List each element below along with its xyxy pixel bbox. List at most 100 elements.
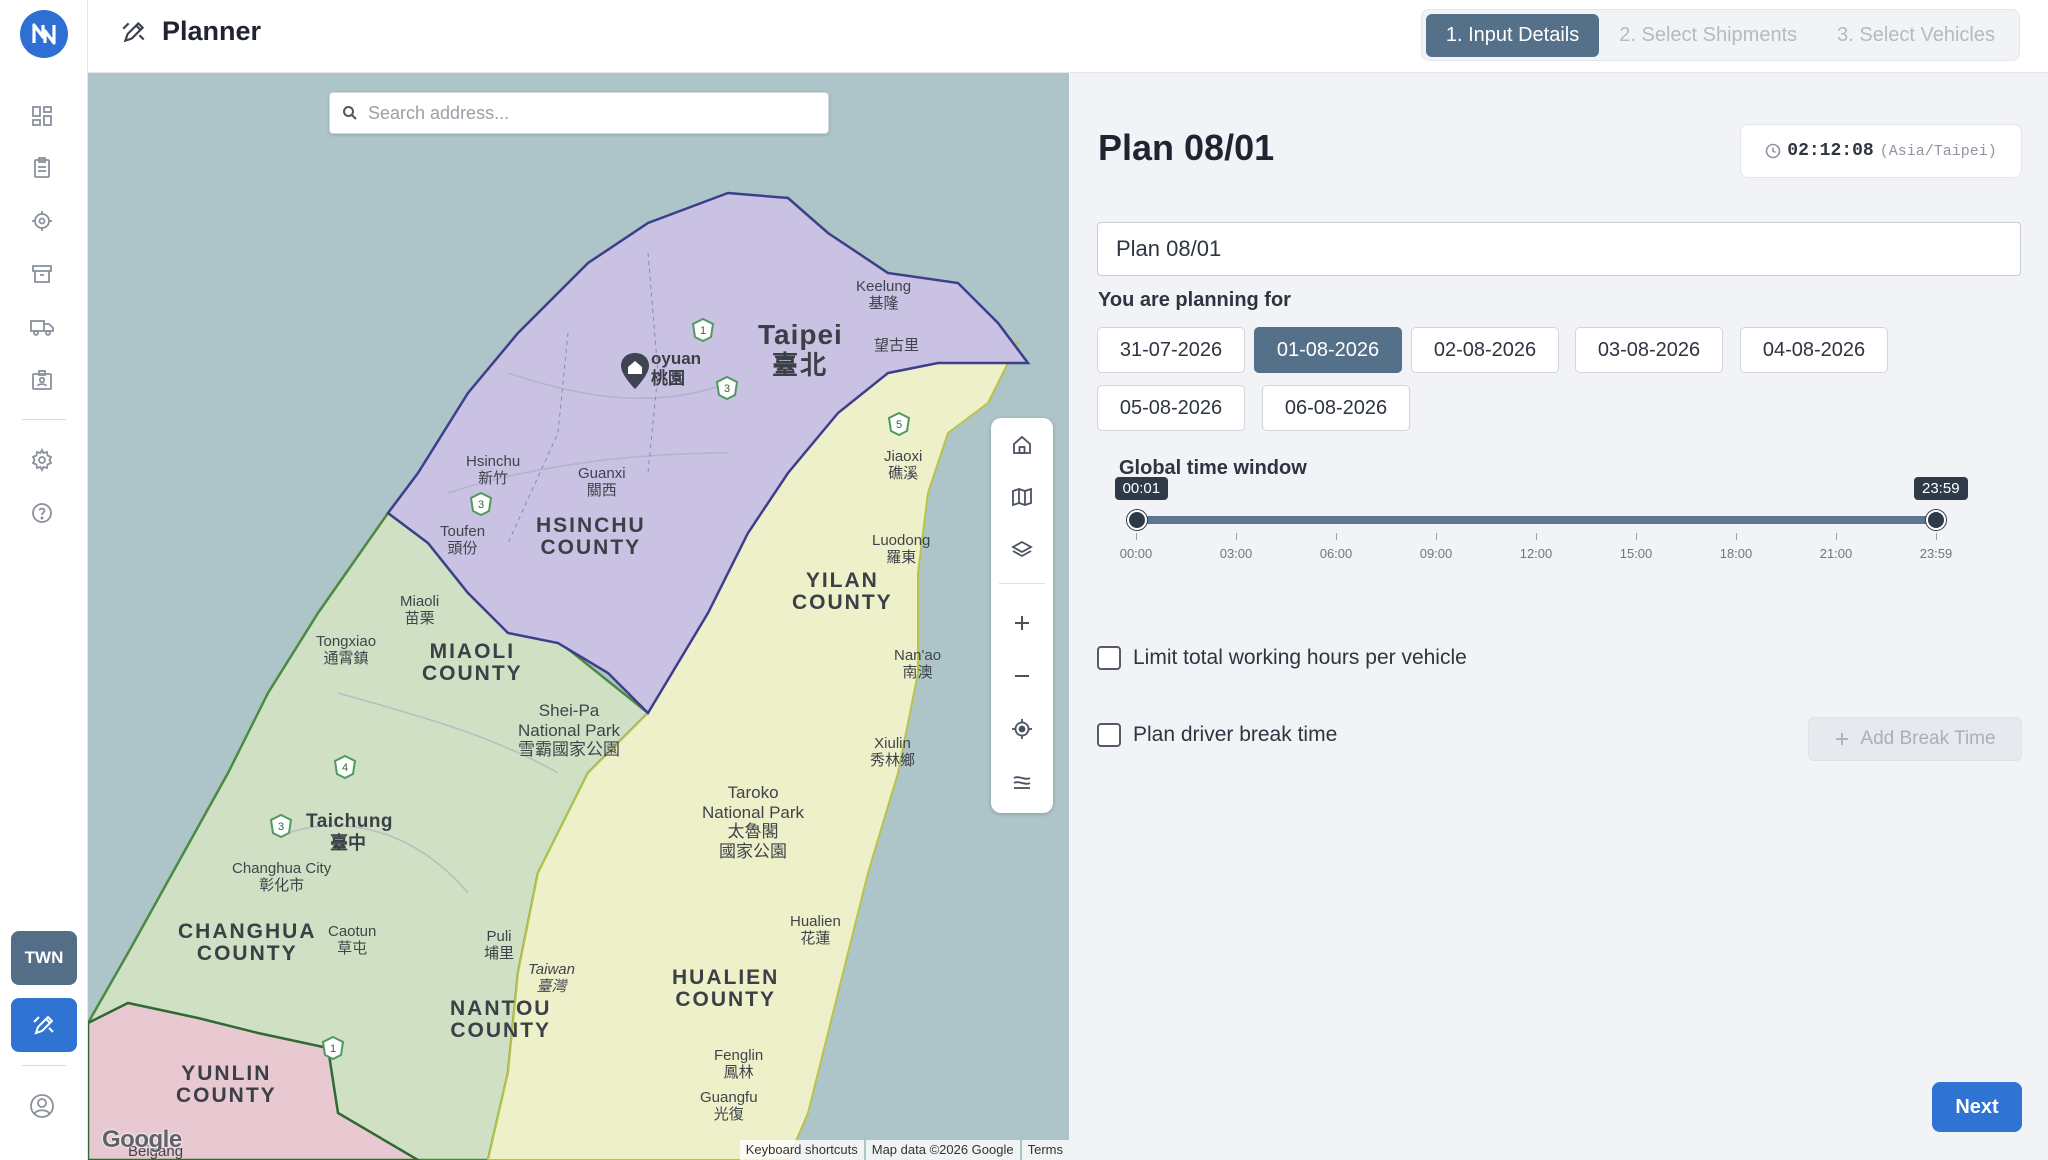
route-shield-icon: 4 [333,754,357,780]
map-place-jiaoxi: Jiaoxi 礁溪 [884,448,923,483]
target-icon[interactable] [26,205,58,237]
map-label-changhua-county: CHANGHUA COUNTY [178,920,317,966]
sidebar-divider [22,419,66,420]
limit-hours-checkbox[interactable] [1097,646,1121,670]
slider-tick-label: 18:00 [1719,546,1753,561]
route-shield-icon: 5 [887,411,911,437]
slider-tick-label: 06:00 [1319,546,1353,561]
route-shield-icon: 3 [269,813,293,839]
terrain-icon[interactable] [1006,766,1038,798]
map-place-changhua-city: Changhua City 彰化市 [232,860,332,895]
slider-start-handle[interactable] [1126,510,1147,530]
planning-for-label: You are planning for [1098,289,1291,311]
clipboard-icon[interactable] [26,152,58,184]
date-option[interactable]: 02-08-2026 [1411,327,1559,373]
map-label-hsinchu-county: HSINCHU COUNTY [536,514,646,560]
slider-end-tooltip: 23:59 [1914,477,1968,500]
map-place-xiulin: Xiulin 秀林鄉 [870,735,916,770]
route-shield-icon: 1 [321,1035,345,1061]
slider-tick-label: 12:00 [1519,546,1553,561]
add-break-time-button[interactable]: Add Break Time [1808,717,2022,761]
map-place-guangfu: Guangfu 光復 [700,1089,758,1124]
zoom-in-icon[interactable] [1006,607,1038,639]
plan-name-input[interactable] [1097,222,2021,276]
map-place-nanao: Nan'ao 南澳 [894,647,942,682]
stepper: 1. Input Details 2. Select Shipments 3. … [1420,9,2020,61]
gear-icon[interactable] [26,444,58,476]
date-option[interactable]: 05-08-2026 [1097,385,1245,431]
truck-icon[interactable] [26,311,58,343]
terms-link[interactable]: Terms [1021,1140,1069,1160]
date-option-selected[interactable]: 01-08-2026 [1254,327,1402,373]
region-badge[interactable]: TWN [11,931,77,985]
map-label-yilan-county: YILAN COUNTY [792,569,893,615]
route-shield-label: 1 [700,325,706,337]
time-window-slider[interactable]: 00:01 23:59 00:00 03:00 06:00 09:00 12:00 15:… [1114,477,1968,573]
clock-icon [1765,143,1781,159]
step-input-details[interactable]: 1. Input Details [1425,13,1600,57]
step-select-shipments[interactable]: 2. Select Shipments [1599,14,1817,57]
slider-tick-label: 03:00 [1219,546,1253,561]
step-select-vehicles[interactable]: 3. Select Vehicles [1817,14,2015,57]
pen-ruler-icon [33,1015,54,1035]
map-place-caotun: Caotun 草屯 [328,923,377,958]
map-search-box[interactable] [329,92,829,134]
break-time-checkbox[interactable] [1097,723,1121,747]
map-label-miaoli-county: MIAOLI COUNTY [422,640,523,686]
page-title-group: Planner [120,16,261,47]
archive-icon[interactable] [26,258,58,290]
id-badge-icon[interactable] [26,364,58,396]
next-button[interactable]: Next [1932,1082,2022,1132]
user-profile-icon[interactable] [26,1090,58,1122]
map-place-fenglin: Fenglin 鳳林 [714,1047,764,1082]
map-label-taichung: Taichung [306,811,394,832]
map[interactable]: Taipei 臺北 HSINCHU COUNTY YILAN COUNTY MI… [88,73,1069,1160]
map-regions [88,191,1031,1160]
route-shield-icon: 1 [691,317,715,343]
slider-tick-label: 09:00 [1419,546,1453,561]
slider-end-handle[interactable] [1926,510,1946,530]
slider-tick [1436,533,1437,540]
pen-ruler-icon [122,21,145,42]
map-label-nantou-county: NANTOU COUNTY [450,997,552,1043]
limit-hours-row[interactable]: Limit total working hours per vehicle [1097,646,1467,670]
map-label-taipei: Taipei [758,319,843,350]
keyboard-shortcuts-link[interactable]: Keyboard shortcuts [739,1140,864,1160]
layers-icon[interactable] [1006,534,1038,566]
google-logo: Google [102,1126,182,1153]
map-data-attribution: Map data ©2026 Google [865,1140,1020,1160]
app-logo[interactable] [20,10,68,58]
locate-icon[interactable] [1006,713,1038,745]
date-option[interactable]: 06-08-2026 [1262,385,1410,431]
dashboard-icon[interactable] [26,100,58,132]
date-option[interactable]: 04-08-2026 [1740,327,1888,373]
map-place-toufen: Toufen 頭份 [440,523,486,558]
map-place-luodong: Luodong 羅東 [872,532,931,567]
break-time-row[interactable]: Plan driver break time [1097,723,1337,747]
depot-marker-icon[interactable] [618,351,652,391]
planner-nav-button[interactable] [11,998,77,1052]
top-bar: Planner 1. Input Details 2. Select Shipm… [88,0,2048,73]
plan-heading: Plan 08/01 [1098,127,1275,168]
slider-track[interactable] [1136,516,1936,524]
plus-icon [1836,733,1849,745]
date-option[interactable]: 03-08-2026 [1575,327,1723,373]
route-shield-label: 3 [478,499,484,511]
date-option[interactable]: 31-07-2026 [1097,327,1245,373]
route-shield-label: 3 [724,383,730,395]
slider-tick-label: 15:00 [1619,546,1653,561]
clock-display: 02:12:08 (Asia/Taipei) [1740,124,2022,178]
search-input[interactable] [368,102,788,124]
zoom-out-icon[interactable] [1006,660,1038,692]
map-place-miaoli: Miaoli 苗栗 [400,593,440,628]
route-shield-label: 4 [342,762,348,774]
slider-tick [1636,533,1637,540]
search-icon [343,106,357,120]
map-view-icon[interactable] [1006,481,1038,513]
map-footer: Keyboard shortcuts Map data ©2026 Google… [738,1140,1069,1160]
home-icon[interactable] [1006,429,1038,461]
map-place-guanxi: Guanxi 關西 [578,465,626,500]
help-icon[interactable] [26,497,58,529]
route-shield-label: 1 [330,1043,336,1055]
map-place-hsinchu: Hsinchu 新竹 [466,453,521,488]
